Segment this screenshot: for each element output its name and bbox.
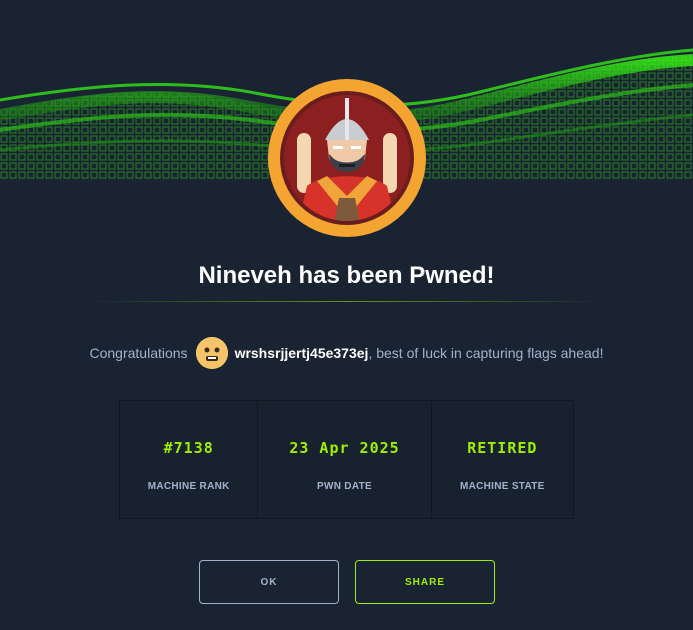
stat-label: MACHINE STATE [459,481,545,492]
congratulations-message: Congratulations wrshsrjjertj45e373ej , b… [0,336,693,370]
stat-value: #7138 [163,439,214,457]
stat-label: PWN DATE [317,481,372,492]
congrats-suffix: , best of luck in capturing flags ahead! [368,345,604,361]
stat-label: MACHINE RANK [147,481,230,492]
ok-button[interactable]: OK [199,560,339,604]
stats-panel: #7138 MACHINE RANK 23 Apr 2025 PWN DATE … [119,400,574,519]
username[interactable]: wrshsrjjertj45e373ej [235,345,369,361]
congrats-prefix: Congratulations [89,345,188,361]
stat-value: 23 Apr 2025 [289,439,400,457]
stat-value: RETIRED [467,439,538,457]
page-title: Nineveh has been Pwned! [198,262,495,289]
stat-machine-rank: #7138 MACHINE RANK [120,401,259,518]
share-button[interactable]: SHARE [355,560,495,604]
machine-avatar-icon [267,78,427,238]
title-divider [86,301,607,302]
stat-machine-state: RETIRED MACHINE STATE [432,401,573,518]
stat-pwn-date: 23 Apr 2025 PWN DATE [258,401,432,518]
user-avatar-icon [195,337,228,369]
